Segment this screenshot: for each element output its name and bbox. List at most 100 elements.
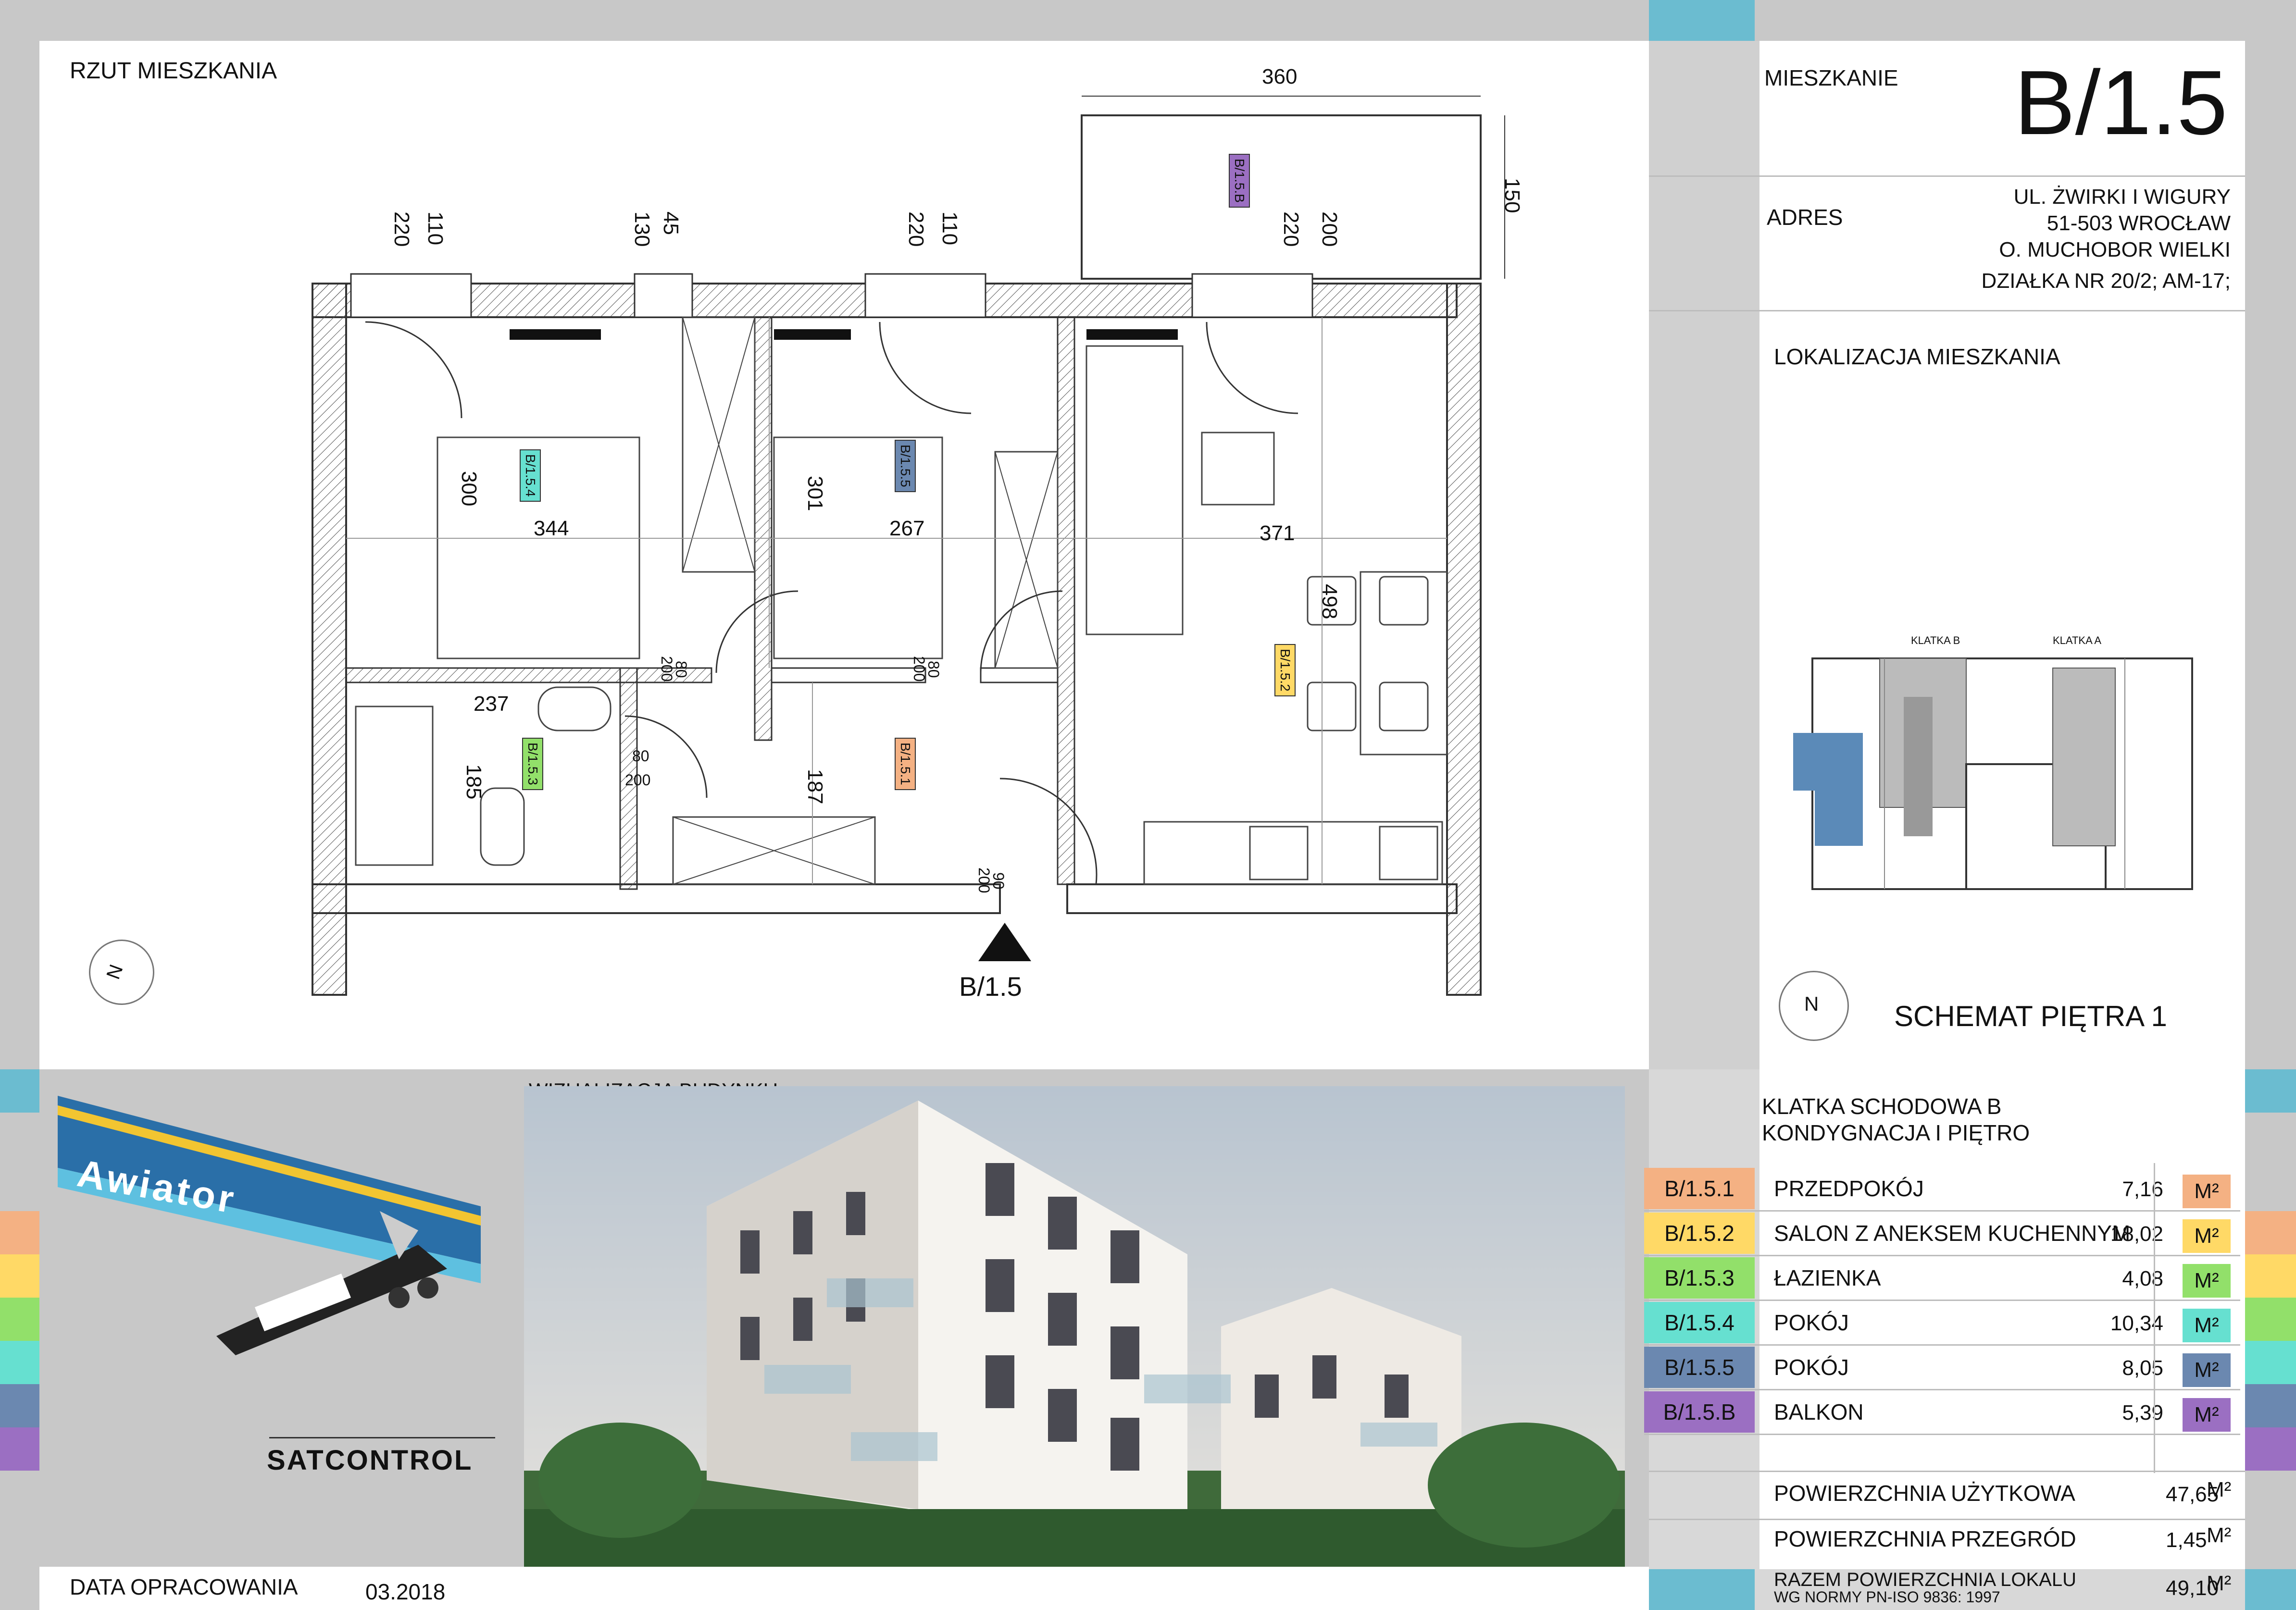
dim-bath-w: 237 <box>474 692 509 716</box>
tag-hall: B/1.5.1 <box>895 738 916 790</box>
dim-door4-b: 200 <box>975 867 993 893</box>
value-col-divider <box>2154 1163 2155 1473</box>
address-label: ADRES <box>1767 205 1843 230</box>
room-row: B/1.5.B BALKON 5,39 M² <box>1644 1391 2240 1435</box>
tag-room5: B/1.5.5 <box>895 440 916 492</box>
room-name: BALKON <box>1774 1399 1864 1424</box>
row-divider <box>1644 1389 2240 1390</box>
room-name: ŁAZIENKA <box>1774 1265 1881 1290</box>
dim-w2b: 45 <box>659 211 683 235</box>
dim-hall-h: 187 <box>803 769 827 805</box>
room-name: POKÓJ <box>1774 1310 1849 1335</box>
dim-room5-h: 301 <box>803 476 827 511</box>
east-wall <box>1446 283 1482 996</box>
dim-door1-b: 200 <box>658 656 675 682</box>
south-wall-right <box>1066 883 1458 914</box>
side-swatch-4 <box>0 1341 39 1384</box>
entrance-arrow <box>978 923 1031 961</box>
flat-label: MIESZKANIE <box>1764 65 1898 90</box>
total-walls-value: 1,45 <box>2166 1528 2207 1552</box>
room-row: B/1.5.2 SALON Z ANEKSEM KUCHENNYM 18,02 M² <box>1644 1213 2240 1256</box>
room-unit: M² <box>2183 1353 2231 1387</box>
room-area: 7,16 <box>2122 1177 2163 1201</box>
totals-divider-2 <box>1649 1519 2245 1520</box>
side-swatch-r6 <box>2245 1427 2296 1471</box>
flat-number: B/1.5 <box>2014 52 2228 154</box>
address-line-3: O. MUCHOBOR WIELKI <box>1999 238 2231 261</box>
dim-w2a: 130 <box>630 211 654 247</box>
room-code: B/1.5.B <box>1644 1391 1755 1433</box>
row-divider <box>1644 1300 2240 1301</box>
room-row: B/1.5.5 POKÓJ 8,05 M² <box>1644 1347 2240 1390</box>
room-unit: M² <box>2183 1264 2231 1298</box>
side-swatch-r2 <box>2245 1254 2296 1298</box>
room-area: 10,34 <box>2110 1312 2163 1335</box>
room-code: B/1.5.4 <box>1644 1302 1755 1343</box>
row-divider <box>1644 1255 2240 1256</box>
dim-w3a: 220 <box>904 211 928 247</box>
klatka-b-label: KLATKA B <box>1911 634 1960 646</box>
total-walls-label: POWIERZCHNIA PRZEGRÓD <box>1774 1526 2076 1551</box>
side-swatch-2 <box>0 1254 39 1298</box>
summary-line-2: KONDYGNACJA I PIĘTRO <box>1762 1120 2030 1145</box>
total-label-2: WG NORMY PN-ISO 9836: 1997 <box>1774 1588 2000 1606</box>
entrance-label: B/1.5 <box>959 971 1022 1002</box>
dim-balcony-width: 360 <box>1262 65 1298 88</box>
south-wall-left <box>312 883 1001 914</box>
room-unit: M² <box>2183 1219 2231 1253</box>
room-area: 8,05 <box>2122 1356 2163 1380</box>
side-swatch-r5 <box>2245 1384 2296 1427</box>
company-underline <box>269 1437 495 1438</box>
dim-door3-b: 200 <box>625 771 651 789</box>
schema-north-label: N <box>1804 992 1819 1015</box>
totals-divider <box>1649 1471 2245 1472</box>
room-name: PRZEDPOKÓJ <box>1774 1176 1924 1201</box>
klatka-a-label: KLATKA A <box>2053 634 2102 646</box>
dim-w1a: 220 <box>390 211 413 247</box>
dim-salon-h: 498 <box>1318 584 1341 619</box>
side-swatch-r4 <box>2245 1341 2296 1384</box>
side-swatch-1 <box>0 1211 39 1254</box>
company-name: SATCONTROL <box>267 1445 473 1476</box>
top-accent <box>1649 0 1755 41</box>
dim-w3b: 110 <box>938 211 961 246</box>
side-swatch-3 <box>0 1298 39 1341</box>
west-wall <box>312 283 347 996</box>
bottom-accent <box>1649 1569 1755 1610</box>
address-line-1: UL. ŻWIRKI I WIGURY <box>2013 185 2231 209</box>
tag-room4: B/1.5.4 <box>520 449 541 502</box>
tag-bath: B/1.5.3 <box>522 738 543 790</box>
side-swatch-5 <box>0 1384 39 1427</box>
divider-1 <box>1649 175 2245 177</box>
room-row: B/1.5.1 PRZEDPOKÓJ 7,16 M² <box>1644 1168 2240 1212</box>
date-value: 03.2018 <box>365 1579 446 1604</box>
location-title: LOKALIZACJA MIESZKANIA <box>1774 344 2060 369</box>
floor-schema <box>1793 657 2193 890</box>
room-code: B/1.5.3 <box>1644 1257 1755 1299</box>
tag-salon: B/1.5.2 <box>1274 644 1296 696</box>
side-swatch-6 <box>0 1427 39 1471</box>
room-area: 4,08 <box>2122 1267 2163 1290</box>
room-row: B/1.5.4 POKÓJ 10,34 M² <box>1644 1302 2240 1346</box>
total-usable-unit: M² <box>2207 1478 2232 1501</box>
side-accent <box>0 1069 39 1113</box>
right-panel-band <box>1649 41 1759 1074</box>
top-band <box>0 0 2296 41</box>
dim-door3-a: 80 <box>632 747 649 765</box>
dim-w4a: 220 <box>1279 211 1303 247</box>
room-name: POKÓJ <box>1774 1355 1849 1380</box>
room-code: B/1.5.2 <box>1644 1213 1755 1254</box>
row-divider <box>1644 1434 2240 1435</box>
address-line-2: 51-503 WROCŁAW <box>2046 211 2231 235</box>
plan-title: RZUT MIESZKANIA <box>70 58 277 84</box>
side-accent-right <box>2245 1069 2296 1113</box>
dim-bath-h: 185 <box>462 764 486 800</box>
room-unit: M² <box>2183 1175 2231 1208</box>
balcony-outline <box>1081 114 1482 280</box>
dim-room4-w: 344 <box>534 517 569 540</box>
room-name: SALON Z ANEKSEM KUCHENNYM <box>1774 1221 2131 1246</box>
total-usable-label: POWIERZCHNIA UŻYTKOWA <box>1774 1481 2075 1506</box>
schema-title: SCHEMAT PIĘTRA 1 <box>1894 1000 2167 1032</box>
dim-room4-h: 300 <box>457 471 481 507</box>
room-unit: M² <box>2183 1309 2231 1342</box>
